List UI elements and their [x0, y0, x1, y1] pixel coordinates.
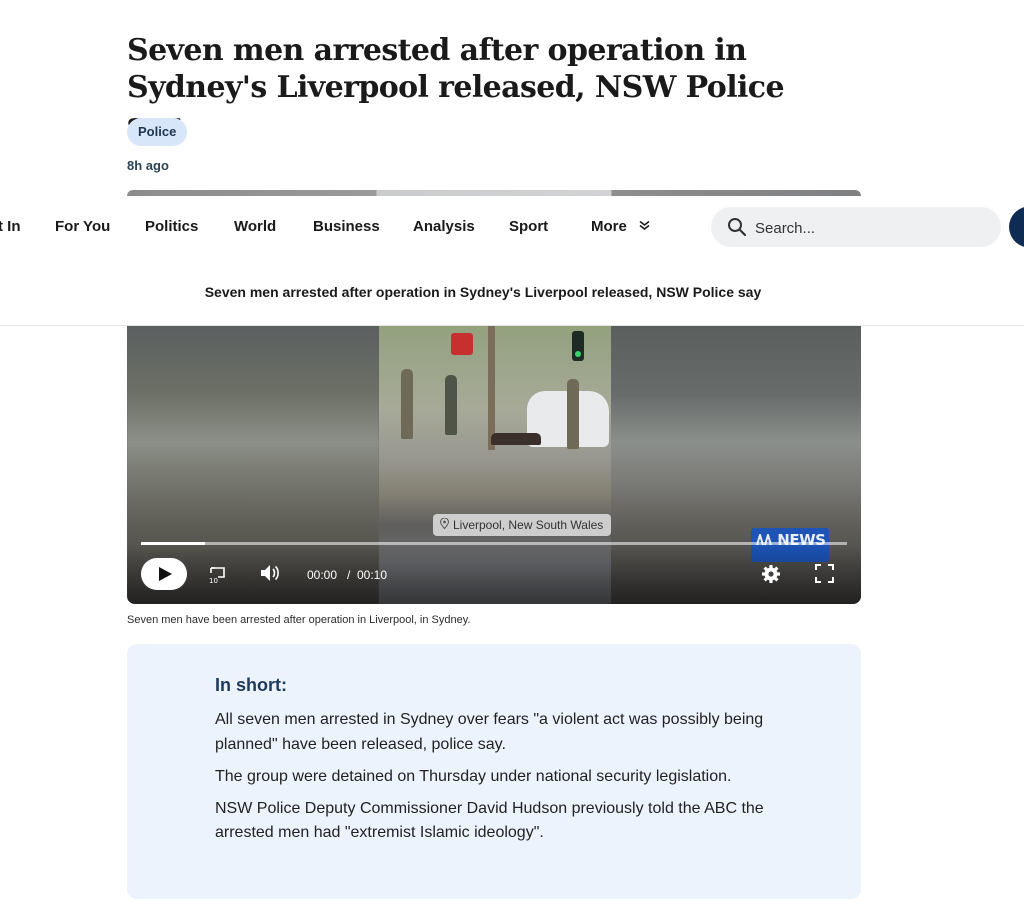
- stop-sign: [451, 333, 473, 355]
- time-separator: /: [347, 568, 351, 582]
- chevron-double-down-icon: [639, 219, 650, 234]
- svg-text:10: 10: [209, 577, 218, 584]
- search-input[interactable]: [753, 207, 987, 249]
- summary-title: In short:: [215, 675, 287, 695]
- replay-10-icon[interactable]: 10: [207, 564, 227, 589]
- play-button[interactable]: [141, 558, 187, 590]
- summary-box: In short: All seven men arrested in Sydn…: [127, 644, 861, 899]
- article-headline: Seven men arrested after operation in Sy…: [127, 33, 785, 142]
- nav-item-sport[interactable]: Sport: [509, 218, 548, 235]
- sticky-article-title: Seven men arrested after operation in Sy…: [204, 284, 762, 300]
- nav-item-just-in[interactable]: t In: [0, 218, 21, 235]
- officer-figure: [401, 369, 413, 439]
- current-time: 00:00: [307, 568, 338, 582]
- summary-point: All seven men arrested in Sydney over fe…: [215, 711, 764, 753]
- summary-point: The group were detained on Thursday unde…: [215, 767, 732, 785]
- location-label: Liverpool, New South Wales: [433, 514, 612, 536]
- nav-item-politics[interactable]: Politics: [145, 218, 198, 235]
- user-account-button[interactable]: [1009, 206, 1024, 248]
- video-player[interactable]: Liverpool, New South Wales NEWS 10 00:00…: [127, 325, 861, 604]
- search-box[interactable]: [711, 207, 1001, 249]
- nav-more-label: More: [591, 218, 627, 235]
- topic-tag[interactable]: Police: [127, 118, 188, 146]
- nav-item-business[interactable]: Business: [313, 218, 380, 235]
- person-on-ground: [491, 433, 541, 445]
- officer-figure: [567, 379, 579, 449]
- nav-item-analysis[interactable]: Analysis: [413, 218, 475, 235]
- location-pin-icon: [439, 514, 450, 530]
- summary-point: NSW Police Deputy Commissioner David Hud…: [215, 799, 764, 842]
- play-icon: [159, 567, 172, 581]
- sticky-navbar: t In For You Politics World Business Ana…: [0, 196, 1024, 326]
- video-caption: Seven men have been arrested after opera…: [127, 614, 471, 626]
- nav-item-world[interactable]: World: [234, 218, 276, 235]
- traffic-light: [572, 331, 584, 361]
- location-text: Liverpool, New South Wales: [453, 518, 604, 532]
- officer-figure: [445, 375, 457, 435]
- video-controls: 10 00:00 / 00:10: [127, 544, 861, 604]
- settings-icon[interactable]: [761, 564, 781, 589]
- nav-item-for-you[interactable]: For You: [55, 218, 110, 235]
- nav-item-more[interactable]: More: [591, 218, 650, 235]
- volume-icon[interactable]: [259, 563, 281, 588]
- fullscreen-icon[interactable]: [815, 564, 834, 588]
- summary-list: All seven men arrested in Sydney over fe…: [215, 708, 795, 853]
- power-pole: [488, 325, 495, 450]
- published-time: 8h ago: [127, 158, 169, 173]
- search-icon: [727, 217, 747, 237]
- duration: 00:10: [357, 568, 388, 582]
